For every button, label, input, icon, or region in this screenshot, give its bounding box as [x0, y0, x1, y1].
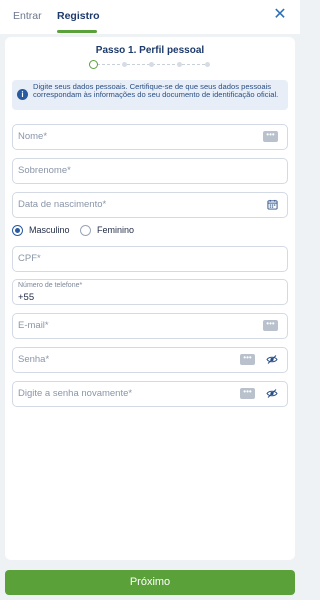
tab-entrar[interactable]: Entrar [13, 10, 42, 22]
password-field[interactable]: Senha* ••• [12, 347, 288, 373]
phone-value: +55 [18, 292, 35, 303]
step-dot-current [89, 60, 98, 69]
step-dot [205, 62, 210, 67]
cpf-field[interactable]: CPF* [12, 246, 288, 272]
active-tab-indicator [57, 30, 97, 33]
phone-label: Número de telefone* [18, 282, 83, 289]
step-dot [122, 62, 127, 67]
radio-feminino[interactable] [80, 225, 91, 236]
step-dot [177, 62, 182, 67]
info-box: i Digite seus dados pessoais. Certifique… [12, 80, 288, 110]
first-name-field[interactable]: Nome* ••• [12, 124, 288, 150]
first-name-placeholder: Nome* [18, 131, 48, 142]
email-field[interactable]: E-mail* ••• [12, 313, 288, 339]
radio-feminino-label[interactable]: Feminino [97, 225, 134, 236]
phone-field[interactable]: Número de telefone* +55 [12, 279, 288, 305]
birthdate-placeholder: Data de nascimento* [18, 199, 107, 210]
password-confirm-placeholder: Digite a senha novamente* [18, 388, 133, 399]
registration-card: Passo 1. Perfil pessoal i Digite seus da… [5, 37, 295, 560]
password-placeholder: Senha* [18, 354, 50, 365]
top-bar: Entrar Registro ✕ [0, 0, 300, 34]
step-dot [149, 62, 154, 67]
autofill-dots-icon[interactable]: ••• [263, 131, 278, 142]
radio-masculino-label[interactable]: Masculino [29, 225, 70, 236]
info-text: Digite seus dados pessoais. Certifique-s… [33, 82, 279, 100]
eye-off-icon[interactable] [266, 388, 278, 399]
email-placeholder: E-mail* [18, 320, 49, 331]
last-name-placeholder: Sobrenome* [18, 165, 71, 176]
info-icon: i [17, 89, 28, 100]
calendar-icon[interactable] [267, 199, 278, 210]
last-name-field[interactable]: Sobrenome* [12, 158, 288, 184]
radio-masculino[interactable] [12, 225, 23, 236]
autofill-dots-icon[interactable]: ••• [240, 388, 255, 399]
tab-registro[interactable]: Registro [57, 10, 100, 22]
step-title: Passo 1. Perfil pessoal [95, 45, 205, 56]
birthdate-field[interactable]: Data de nascimento* [12, 192, 288, 218]
password-confirm-field[interactable]: Digite a senha novamente* ••• [12, 381, 288, 407]
close-icon[interactable]: ✕ [272, 7, 288, 23]
autofill-dots-icon[interactable]: ••• [240, 354, 255, 365]
next-button[interactable]: Próximo [5, 570, 295, 595]
cpf-placeholder: CPF* [18, 253, 41, 264]
eye-off-icon[interactable] [266, 354, 278, 365]
autofill-dots-icon[interactable]: ••• [263, 320, 278, 331]
step-progress [89, 60, 213, 70]
